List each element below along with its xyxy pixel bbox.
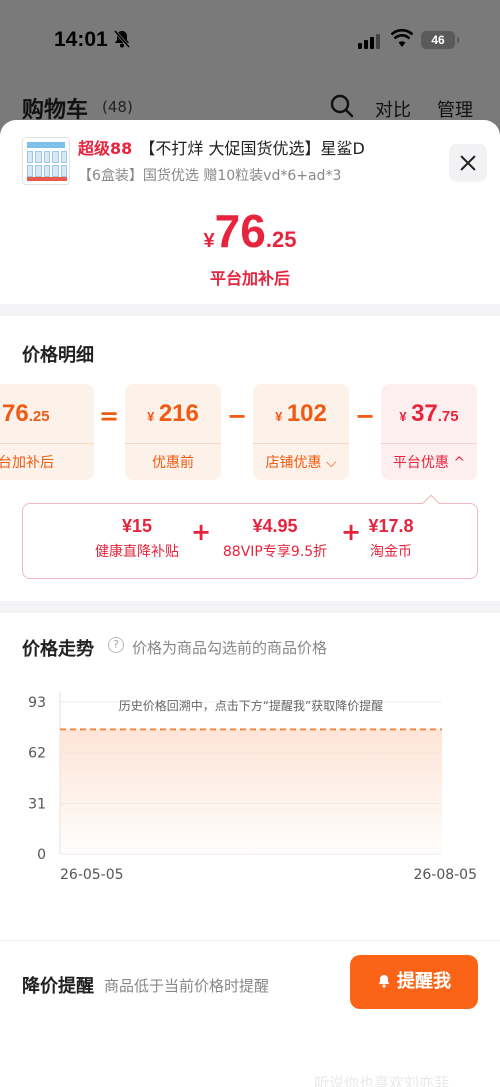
search-icon[interactable] <box>330 94 354 118</box>
minus-sign: − <box>226 402 248 430</box>
help-icon[interactable]: ? <box>108 637 124 653</box>
chevron-down-icon: ⌵ <box>321 455 337 471</box>
wifi-icon <box>390 28 414 49</box>
discount-item: ¥15 健康直降补贴 <box>95 516 179 560</box>
status-bar: 14:01 46 <box>0 0 500 80</box>
section-divider <box>0 601 500 613</box>
remind-me-button[interactable]: 提醒我 <box>350 955 478 1009</box>
bell-icon <box>378 975 390 988</box>
plus-sign: + <box>341 518 362 546</box>
x-tick-label: 26-08-05 <box>413 867 477 883</box>
y-tick-label: 93 <box>28 695 46 711</box>
manage-button[interactable]: 管理 <box>437 96 473 122</box>
section-divider <box>0 304 500 316</box>
product-row: 超级88 【不打烊 大促国货优选】星鲨D 【6盒装】国货优选 赠10粒装vd*6… <box>0 132 500 192</box>
y-tick-label: 62 <box>28 746 46 762</box>
bell-off-icon <box>113 30 131 52</box>
y-tick-label: 0 <box>37 847 46 863</box>
breakdown-shop-discount[interactable]: ¥ 102 店铺优惠 ⌵ <box>253 384 349 480</box>
chart-hint: 历史价格回溯中，点击下方“提醒我”获取降价提醒 <box>118 699 384 713</box>
status-time: 14:01 <box>54 28 108 51</box>
price-area <box>60 729 442 854</box>
watermark: 听说你也喜欢刘亦菲 <box>314 1074 450 1087</box>
battery-icon: 46 <box>421 31 459 49</box>
compare-button[interactable]: 对比 <box>375 96 411 122</box>
final-price-integer: 76 <box>214 205 266 257</box>
breakdown-platform-label: 平台优惠 <box>392 455 449 471</box>
equals-sign: = <box>98 402 120 430</box>
trend-note: 价格为商品勾选前的商品价格 <box>132 639 328 657</box>
signal-icon <box>358 33 382 49</box>
price-detail-sheet: 超级88 【不打烊 大促国货优选】星鲨D 【6盒装】国货优选 赠10粒装vd*6… <box>0 120 500 1087</box>
plus-sign: + <box>191 518 212 546</box>
final-price-caption: 平台加补后 <box>209 269 290 288</box>
remind-title: 降价提醒 <box>22 976 94 997</box>
breakdown-final-label: 台加补后 <box>0 455 54 471</box>
discount-item: ¥4.95 88VIP专享9.5折 <box>222 516 328 560</box>
final-price: ¥76.25 <box>0 204 500 258</box>
close-button[interactable] <box>449 144 487 182</box>
y-tick-label: 31 <box>28 796 46 812</box>
discount-item: ¥17.8 淘金币 <box>368 516 414 560</box>
breakdown-title: 价格明细 <box>22 345 94 366</box>
final-price-decimal: .25 <box>265 227 297 252</box>
product-badge: 超级88 <box>78 139 133 158</box>
product-subtitle: 【6盒装】国货优选 赠10粒装vd*6+ad*3 <box>78 168 342 184</box>
minus-sign: − <box>354 402 376 430</box>
x-tick-label: 26-05-05 <box>60 867 124 883</box>
breakdown-original-label: 优惠前 <box>152 455 194 471</box>
divider <box>0 940 500 941</box>
breakdown-final: 76.25 台加补后 <box>0 384 94 480</box>
product-title-line: 超级88 【不打烊 大促国货优选】星鲨D <box>78 135 365 159</box>
remind-button-label: 提醒我 <box>397 971 451 992</box>
cart-count: (48) <box>102 98 133 116</box>
breakdown-shop-label: 店铺优惠 <box>265 455 322 471</box>
breakdown-platform-discount[interactable]: ¥ 37.75 平台优惠 ^ <box>381 384 477 480</box>
trend-title: 价格走势 <box>22 639 94 660</box>
chevron-up-icon: ^ <box>448 455 466 471</box>
breakdown-original: ¥ 216 优惠前 <box>125 384 221 480</box>
product-title: 【不打烊 大促国货优选】星鲨D <box>139 139 365 158</box>
remind-note: 商品低于当前价格时提醒 <box>104 977 270 995</box>
platform-discount-detail: ¥15 健康直降补贴 + ¥4.95 88VIP专享9.5折 + ¥17.8 淘… <box>22 503 478 579</box>
final-price-currency: ¥ <box>203 230 215 252</box>
product-thumbnail <box>22 137 70 185</box>
